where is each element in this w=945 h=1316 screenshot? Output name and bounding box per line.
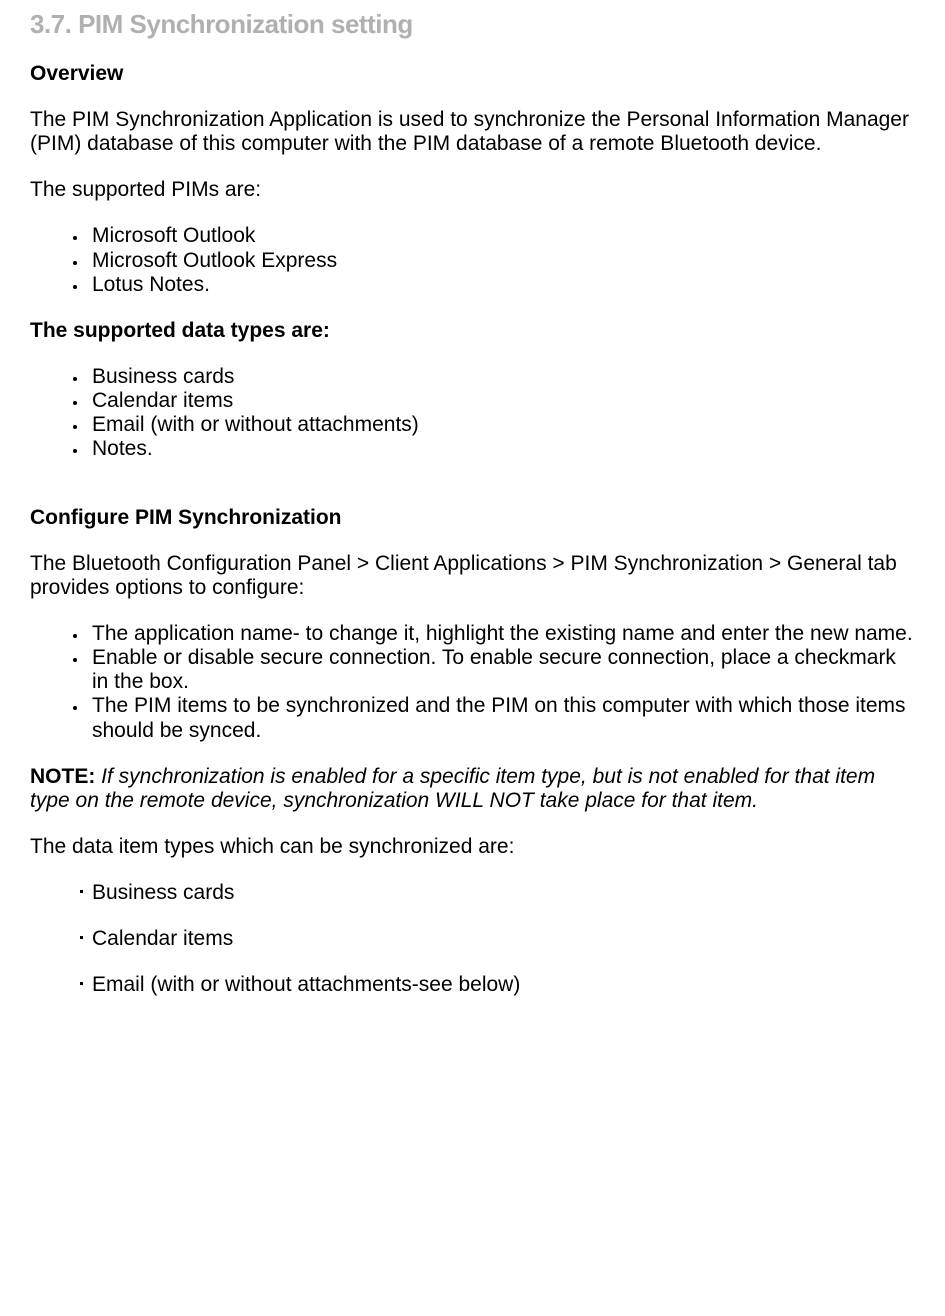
sync-types-list: Business cards Calendar items Email (wit… xyxy=(30,881,915,997)
supported-pims-list: Microsoft Outlook Microsoft Outlook Expr… xyxy=(30,224,915,296)
list-item: Business cards xyxy=(88,365,915,389)
sync-types-intro: The data item types which can be synchro… xyxy=(30,835,915,859)
configure-paragraph: The Bluetooth Configuration Panel > Clie… xyxy=(30,552,915,600)
list-item: Lotus Notes. xyxy=(88,273,915,297)
overview-heading: Overview xyxy=(30,62,915,86)
note-paragraph: NOTE: If synchronization is enabled for … xyxy=(30,765,915,813)
list-item: Calendar items xyxy=(88,389,915,413)
list-item: Email (with or without attachments) xyxy=(88,413,915,437)
configure-heading: Configure PIM Synchronization xyxy=(30,506,915,530)
configure-options-list: The application name- to change it, high… xyxy=(30,622,915,743)
list-item: Email (with or without attachments-see b… xyxy=(80,973,915,997)
list-item: Microsoft Outlook xyxy=(88,224,915,248)
note-label: NOTE: xyxy=(30,765,95,788)
note-text: If synchronization is enabled for a spec… xyxy=(30,765,875,812)
overview-paragraph-2: The supported PIMs are: xyxy=(30,178,915,202)
data-types-heading: The supported data types are: xyxy=(30,319,915,343)
list-item: The PIM items to be synchronized and the… xyxy=(88,694,915,742)
section-title: 3.7. PIM Synchronization setting xyxy=(30,10,915,40)
overview-paragraph-1: The PIM Synchronization Application is u… xyxy=(30,108,915,156)
list-item: Notes. xyxy=(88,437,915,461)
list-item: Business cards xyxy=(80,881,915,905)
supported-data-types-list: Business cards Calendar items Email (wit… xyxy=(30,365,915,462)
list-item: The application name- to change it, high… xyxy=(88,622,915,646)
list-item: Enable or disable secure connection. To … xyxy=(88,646,915,694)
list-item: Calendar items xyxy=(80,927,915,951)
list-item: Microsoft Outlook Express xyxy=(88,249,915,273)
